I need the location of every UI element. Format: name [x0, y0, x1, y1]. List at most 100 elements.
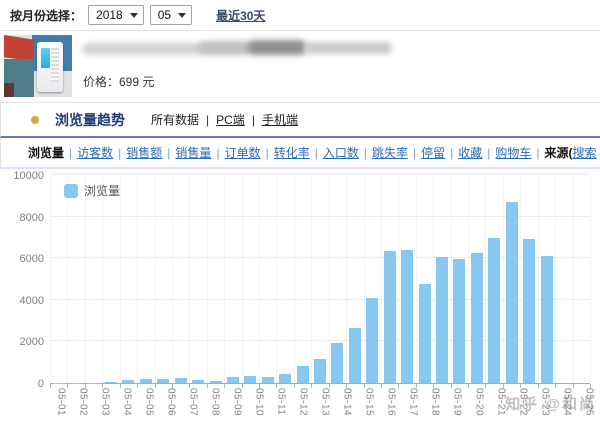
metric-link[interactable]: 跳失率 — [372, 144, 408, 161]
product-thumbnail[interactable] — [4, 35, 72, 97]
metric-link[interactable]: 订单数 — [225, 144, 261, 161]
metric-separator: | — [266, 146, 269, 160]
air-cooler-image — [37, 42, 63, 92]
bar-05-17 — [331, 343, 343, 383]
metric-links-bar: 浏览量 | 访客数 | 销售额 | 销售量 | 订单数 | 转化率 | 入口数 | 跳失率 | 停留 | 收藏 | 购… — [0, 138, 600, 169]
x-tick-label: 05-08 — [210, 388, 221, 416]
source-link[interactable]: 搜索 — [573, 144, 597, 161]
x-tick-label: 05-14 — [342, 388, 353, 416]
bar-05-25 — [471, 253, 483, 383]
bar-05-18 — [349, 328, 361, 383]
metric-link[interactable]: 访客数 — [77, 144, 113, 161]
bar-05-14 — [279, 374, 291, 383]
metric-link[interactable]: 销售量 — [175, 144, 211, 161]
metric-link[interactable]: 销售额 — [126, 144, 162, 161]
metric-link[interactable]: 收藏 — [458, 144, 482, 161]
x-tick-label: 05-20 — [474, 388, 485, 416]
x-tick-label: 05-03 — [100, 388, 111, 416]
metric-separator: | — [315, 146, 318, 160]
bar-05-13 — [262, 377, 274, 383]
x-tick-label: 05-10 — [254, 388, 265, 416]
x-tick-label: 05-15 — [364, 388, 375, 416]
bar-05-08 — [175, 378, 187, 383]
tab-mobile[interactable]: 手机端 — [262, 113, 298, 127]
x-tick-label: 05-12 — [298, 388, 309, 416]
bar-05-24 — [453, 259, 465, 383]
y-tick-label: 4000 — [4, 295, 44, 308]
metric-separator: | — [487, 146, 490, 160]
metric-link[interactable]: 购物车 — [495, 144, 531, 161]
month-select[interactable]: 05 — [150, 5, 192, 25]
year-select-value: 2018 — [96, 8, 123, 22]
data-scope-tabs: 所有数据 | PC端 | 手机端 — [151, 111, 298, 128]
bar-05-09 — [192, 380, 204, 383]
tab-all-data[interactable]: 所有数据 — [151, 113, 199, 127]
bar-05-12 — [244, 376, 256, 383]
chart-plot-area — [50, 176, 590, 384]
y-tick-label: 10000 — [4, 170, 44, 183]
metric-separator: | — [413, 146, 416, 160]
bar-05-20 — [384, 251, 396, 383]
cooler-screen — [41, 48, 50, 68]
tab-separator: | — [252, 113, 255, 127]
month-filter-label: 按月份选择： — [10, 7, 82, 24]
metric-link[interactable]: 入口数 — [323, 144, 359, 161]
tab-separator: | — [206, 113, 209, 127]
legend-label: 浏览量 — [84, 182, 120, 199]
metric-separator: | — [118, 146, 121, 160]
thumbnail-bg-block — [4, 83, 14, 97]
bar-05-26 — [488, 238, 500, 383]
y-tick-label: 8000 — [4, 212, 44, 225]
metric-link[interactable]: 转化率 — [274, 144, 310, 161]
metric-separator: | — [536, 146, 539, 160]
x-tick-label: 05-09 — [232, 388, 243, 416]
bar-05-28 — [523, 239, 535, 383]
thumbnail-bg-block — [4, 35, 34, 61]
bar-05-16 — [314, 359, 326, 383]
x-tick-label: 05-18 — [430, 388, 441, 416]
chevron-down-icon — [130, 13, 138, 18]
metric-separator: | — [69, 146, 72, 160]
bar-05-15 — [297, 366, 309, 383]
section-title: 浏览量趋势 — [55, 110, 125, 130]
x-tick-label: 05-11 — [276, 388, 287, 416]
zhihu-watermark: 知乎 @和尚 — [505, 393, 596, 414]
x-tick-label: 05-05 — [144, 388, 155, 416]
bullet-ring-icon — [31, 116, 39, 124]
bar-05-29 — [541, 256, 553, 383]
bar-05-22 — [419, 284, 431, 383]
metric-separator: | — [450, 146, 453, 160]
x-tick-label: 05-17 — [408, 388, 419, 416]
trend-section-header: 浏览量趋势 所有数据 | PC端 | 手机端 — [0, 103, 600, 138]
bar-05-27 — [506, 202, 518, 383]
legend-swatch-icon — [64, 184, 78, 198]
blurred-product-title — [82, 40, 392, 58]
tab-pc[interactable]: PC端 — [216, 113, 245, 127]
month-select-value: 05 — [158, 8, 171, 22]
chevron-down-icon — [178, 13, 186, 18]
metric-separator: | — [167, 146, 170, 160]
source-prefix: 来源( — [545, 144, 573, 161]
x-tick-label: 05-02 — [78, 388, 89, 416]
bar-05-04 — [105, 382, 117, 383]
y-tick-label: 6000 — [4, 253, 44, 266]
bar-05-06 — [140, 379, 152, 383]
year-select[interactable]: 2018 — [88, 5, 144, 25]
metric-link[interactable]: 停留 — [421, 144, 445, 161]
x-tick-label: 05-16 — [386, 388, 397, 416]
x-tick-label: 05-01 — [56, 388, 67, 416]
metric-separator: | — [364, 146, 367, 160]
recent-30-days-link[interactable]: 最近30天 — [216, 7, 265, 24]
metric-selected-pageviews[interactable]: 浏览量 — [28, 144, 64, 161]
metric-separator: | — [216, 146, 219, 160]
month-filter-bar: 按月份选择： 2018 05 最近30天 — [0, 0, 600, 31]
pageviews-bar-chart: 0200040006000800010000 浏览量 05-0105-0205-… — [0, 169, 600, 430]
product-summary: 价格：699 元 — [0, 31, 600, 103]
bar-05-11 — [227, 377, 239, 383]
x-tick-label: 05-06 — [166, 388, 177, 416]
x-tick-label: 05-04 — [122, 388, 133, 416]
bar-05-05 — [122, 380, 134, 383]
legend-pageviews[interactable]: 浏览量 — [64, 182, 120, 199]
x-tick-label: 05-07 — [188, 388, 199, 416]
bar-05-19 — [366, 298, 378, 383]
